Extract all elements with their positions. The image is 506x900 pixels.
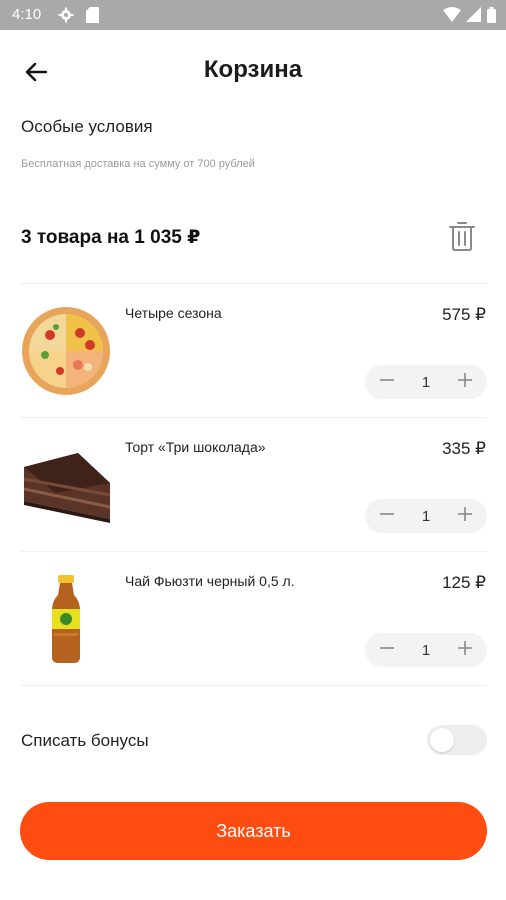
quantity-value: 1 [421,641,431,659]
order-button[interactable]: Заказать [20,802,487,860]
tea-bottle-image [20,573,112,665]
header: Корзина [0,30,506,116]
minus-icon [379,372,395,393]
bonus-label: Списать бонусы [21,731,149,750]
bonus-toggle[interactable] [427,725,487,755]
toggle-knob [430,728,454,752]
gear-icon [58,7,74,27]
conditions-title: Особые условия [21,117,153,136]
minus-icon [379,506,395,527]
decrease-button[interactable] [377,506,397,526]
sd-card-icon [86,7,99,27]
plus-icon [457,372,473,393]
pizza-image [20,305,112,397]
cart-item: Четыре сезона 575 ₽ 1 [0,283,506,417]
quantity-stepper: 1 [365,633,487,667]
item-name: Четыре сезона [125,305,222,321]
minus-icon [379,640,395,661]
decrease-button[interactable] [377,640,397,660]
item-price: 335 ₽ [442,439,486,458]
item-name: Торт «Три шоколада» [125,439,266,455]
status-time: 4:10 [12,6,42,23]
conditions-subtitle: Бесплатная доставка на сумму от 700 рубл… [21,158,255,170]
signal-icon [466,7,481,26]
quantity-stepper: 1 [365,499,487,533]
battery-icon [487,7,496,27]
cart-item: Торт «Три шоколада» 335 ₽ 1 [0,417,506,551]
wifi-icon [443,7,461,26]
item-price: 125 ₽ [442,573,486,592]
increase-button[interactable] [455,640,475,660]
increase-button[interactable] [455,506,475,526]
item-name: Чай Фьюзти черный 0,5 л. [125,573,295,589]
increase-button[interactable] [455,372,475,392]
trash-icon [448,220,476,257]
cart-item: Чай Фьюзти черный 0,5 л. 125 ₽ 1 [0,551,506,685]
cake-image [20,439,112,531]
decrease-button[interactable] [377,372,397,392]
cart-summary: 3 товара на 1 035 ₽ [21,227,201,248]
status-bar: 4:10 [0,0,506,30]
quantity-value: 1 [421,373,431,391]
plus-icon [457,506,473,527]
plus-icon [457,640,473,661]
clear-cart-button[interactable] [446,220,478,256]
item-price: 575 ₽ [442,305,486,324]
quantity-stepper: 1 [365,365,487,399]
divider [21,685,487,686]
page-title: Корзина [203,56,303,83]
quantity-value: 1 [421,507,431,525]
